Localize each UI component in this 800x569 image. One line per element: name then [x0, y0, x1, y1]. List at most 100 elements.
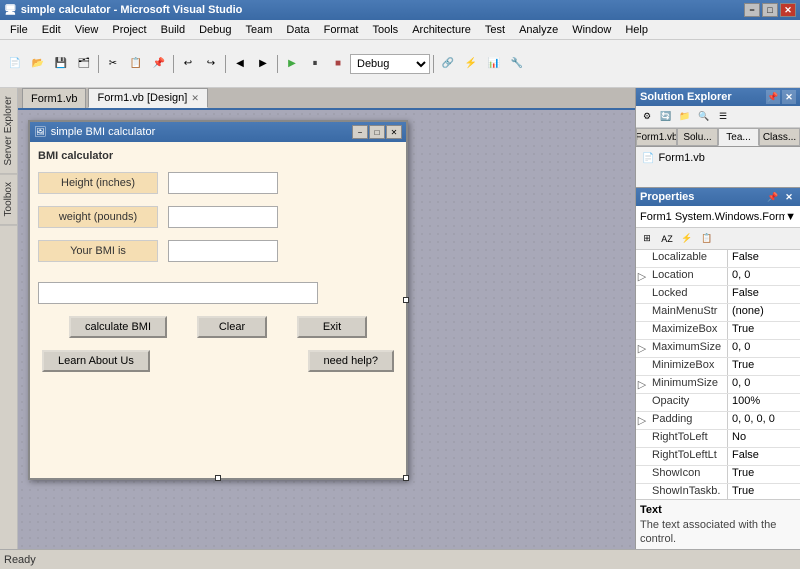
start-btn[interactable]: ▶ [281, 53, 303, 75]
prop-expand-icon[interactable]: ▷ [636, 412, 648, 429]
save-btn[interactable]: 💾 [50, 53, 72, 75]
menu-debug[interactable]: Debug [193, 22, 237, 38]
prop-row[interactable]: RightToLeftLtFalse [636, 448, 800, 466]
tree-form1[interactable]: 📄 Form1.vb [640, 151, 796, 165]
save-all-btn[interactable]: 🗂 [73, 53, 95, 75]
prop-row[interactable]: RightToLeftNo [636, 430, 800, 448]
design-canvas[interactable]: 🖼 simple BMI calculator − □ ✕ BMI calcul… [18, 110, 635, 549]
sol-tool2[interactable]: 🔄 [657, 108, 675, 126]
menu-view[interactable]: View [69, 22, 105, 38]
tab-form1-design[interactable]: Form1.vb [Design] ✕ [88, 88, 207, 108]
sol-tool4[interactable]: 🔍 [695, 108, 713, 126]
sol-tab-solution[interactable]: Solu... [677, 128, 718, 146]
menu-team[interactable]: Team [240, 22, 279, 38]
prop-row[interactable]: ShowIconTrue [636, 466, 800, 484]
prop-row[interactable]: ShowInTaskb.True [636, 484, 800, 499]
exc-btn[interactable]: ⚡ [460, 53, 482, 75]
prop-expand-placeholder [636, 322, 648, 339]
prop-row[interactable]: MaximizeBoxTrue [636, 322, 800, 340]
menu-tools[interactable]: Tools [367, 22, 405, 38]
prop-row[interactable]: MainMenuStr(none) [636, 304, 800, 322]
undo-btn[interactable]: ↩ [177, 53, 199, 75]
menu-format[interactable]: Format [318, 22, 365, 38]
menu-data[interactable]: Data [280, 22, 315, 38]
cut-btn[interactable]: ✂ [102, 53, 124, 75]
copy-btn[interactable]: 📋 [125, 53, 147, 75]
prop-expand-icon[interactable]: ▷ [636, 268, 648, 285]
menu-file[interactable]: File [4, 22, 34, 38]
props-dropdown-icon[interactable]: ▼ [785, 211, 796, 223]
perf-btn[interactable]: 📊 [483, 53, 505, 75]
sol-pin-btn[interactable]: 📌 [766, 90, 780, 104]
menu-build[interactable]: Build [155, 22, 191, 38]
clear-btn[interactable]: Clear [197, 316, 267, 338]
exit-btn[interactable]: Exit [297, 316, 367, 338]
sol-close-btn[interactable]: ✕ [782, 90, 796, 104]
menu-architecture[interactable]: Architecture [406, 22, 477, 38]
props-desc-text: The text associated with the control. [640, 518, 796, 547]
server-explorer-tab[interactable]: Server Explorer [0, 88, 17, 174]
open-btn[interactable]: 📂 [27, 53, 49, 75]
menu-window[interactable]: Window [566, 22, 617, 38]
sol-tab-tea[interactable]: Tea... [718, 128, 759, 146]
attach-btn[interactable]: 🔗 [437, 53, 459, 75]
props-pages-btn[interactable]: 📋 [698, 230, 716, 248]
tab-form1-vb[interactable]: Form1.vb [22, 88, 86, 108]
menu-analyze[interactable]: Analyze [513, 22, 564, 38]
form-minimize-btn[interactable]: − [352, 125, 368, 139]
nav-fwd-btn[interactable]: ▶ [252, 53, 274, 75]
menu-help[interactable]: Help [619, 22, 654, 38]
resize-bottom-right[interactable] [403, 475, 409, 481]
prop-row[interactable]: LockedFalse [636, 286, 800, 304]
paste-btn[interactable]: 📌 [148, 53, 170, 75]
calculate-btn[interactable]: calculate BMI [69, 316, 167, 338]
toolbox-tab[interactable]: Toolbox [0, 174, 17, 225]
props-events-btn[interactable]: ⚡ [678, 230, 696, 248]
prop-row[interactable]: ▷Padding0, 0, 0, 0 [636, 412, 800, 430]
props-pin-btn[interactable]: 📌 [766, 190, 780, 204]
weight-input[interactable] [168, 206, 278, 228]
prop-row[interactable]: Opacity100% [636, 394, 800, 412]
title-text: simple calculator - Microsoft Visual Stu… [21, 4, 243, 16]
form-maximize-btn[interactable]: □ [369, 125, 385, 139]
resize-right-center[interactable] [403, 297, 409, 303]
redo-btn[interactable]: ↪ [200, 53, 222, 75]
close-button[interactable]: ✕ [780, 3, 796, 17]
props-categorized-btn[interactable]: ⊞ [638, 230, 656, 248]
learn-about-btn[interactable]: Learn About Us [42, 350, 150, 372]
prop-row[interactable]: ▷Location0, 0 [636, 268, 800, 286]
stop-btn[interactable]: ■ [327, 53, 349, 75]
properties-object[interactable]: Form1 System.Windows.Forms.Fo ▼ [636, 206, 800, 228]
pause-btn[interactable]: ⏸ [304, 53, 326, 75]
sol-tab-form[interactable]: Form1.vb [636, 128, 677, 146]
sol-tool3[interactable]: 📁 [676, 108, 694, 126]
resize-bottom-center[interactable] [215, 475, 221, 481]
need-help-btn[interactable]: need help? [308, 350, 394, 372]
prop-expand-icon[interactable]: ▷ [636, 376, 648, 393]
form-window[interactable]: 🖼 simple BMI calculator − □ ✕ BMI calcul… [28, 120, 408, 480]
maximize-button[interactable]: □ [762, 3, 778, 17]
sol-tab-class[interactable]: Class... [759, 128, 800, 146]
extra-textbox[interactable] [38, 282, 318, 304]
prop-row[interactable]: MinimizeBoxTrue [636, 358, 800, 376]
prop-row[interactable]: ▷MaximumSize0, 0 [636, 340, 800, 358]
form-close-btn[interactable]: ✕ [386, 125, 402, 139]
sol-tool1[interactable]: ⚙ [638, 108, 656, 126]
debug-dropdown[interactable]: Debug Release [350, 54, 430, 74]
menu-test[interactable]: Test [479, 22, 511, 38]
prop-row[interactable]: ▷MinimumSize0, 0 [636, 376, 800, 394]
tab-close-icon[interactable]: ✕ [191, 93, 199, 104]
props-close-btn[interactable]: ✕ [782, 190, 796, 204]
props-alphabetical-btn[interactable]: AZ [658, 230, 676, 248]
prop-expand-icon[interactable]: ▷ [636, 340, 648, 357]
ext-btn[interactable]: 🔧 [506, 53, 528, 75]
bmi-result-input[interactable] [168, 240, 278, 262]
sol-tool5[interactable]: ☰ [714, 108, 732, 126]
menu-edit[interactable]: Edit [36, 22, 67, 38]
menu-project[interactable]: Project [106, 22, 152, 38]
prop-row[interactable]: LocalizableFalse [636, 250, 800, 268]
minimize-button[interactable]: − [744, 3, 760, 17]
nav-back-btn[interactable]: ◀ [229, 53, 251, 75]
height-input[interactable] [168, 172, 278, 194]
new-project-btn[interactable]: 📄 [4, 53, 26, 75]
